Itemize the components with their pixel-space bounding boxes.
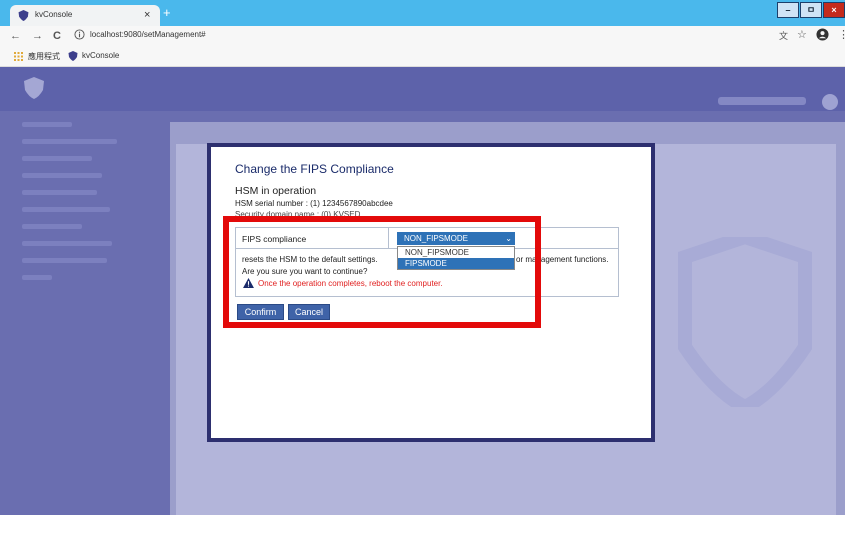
app-name-blurred <box>60 81 64 97</box>
restore-button[interactable]: ㅁ <box>800 2 822 18</box>
browser-tab[interactable]: kvConsole × <box>10 5 160 26</box>
dialog-title: Change the FIPS Compliance <box>235 162 394 176</box>
tab-title: kvConsole <box>35 10 73 19</box>
app-header <box>0 67 845 111</box>
app-logo-icon <box>24 77 44 99</box>
window-controls: – ㅁ × <box>776 2 845 18</box>
watermark-logo-icon <box>678 237 812 407</box>
star-icon[interactable]: ☆ <box>797 28 807 41</box>
hsm-serial-number: HSM serial number : (1) 1234567890abcdee <box>235 199 393 208</box>
tab-close-icon[interactable]: × <box>144 7 150 23</box>
apps-bookmark-label[interactable]: 應用程式 <box>28 51 60 62</box>
shield-icon <box>18 10 29 21</box>
address-bar: ← → C localhost:9080/setManagement# 文 ☆ … <box>0 26 845 46</box>
translate-icon[interactable]: 文 <box>779 29 788 42</box>
avatar <box>822 94 838 110</box>
back-button[interactable]: ← <box>10 28 21 44</box>
kvconsole-bookmark-label[interactable]: kvConsole <box>82 51 119 60</box>
apps-grid-icon[interactable] <box>14 52 23 61</box>
hsm-heading: HSM in operation <box>235 185 317 197</box>
reload-button[interactable]: C <box>53 28 61 44</box>
browser-titlebar: kvConsole × + – ㅁ × <box>0 0 845 26</box>
close-window-button[interactable]: × <box>823 2 845 18</box>
highlight-annotation <box>223 216 541 328</box>
new-tab-button[interactable]: + <box>163 6 171 20</box>
minimize-button[interactable]: – <box>777 2 799 18</box>
user-menu-blurred <box>718 97 806 105</box>
bookmarks-bar: 應用程式 kvConsole <box>0 46 845 67</box>
url-field[interactable]: localhost:9080/setManagement# <box>90 30 206 39</box>
menu-icon[interactable]: ⋮ <box>838 28 845 41</box>
account-icon[interactable] <box>816 28 829 41</box>
shield-icon <box>68 51 78 61</box>
watermark-brand <box>568 510 588 536</box>
info-icon[interactable] <box>74 29 85 40</box>
sidebar-blurred <box>22 122 140 292</box>
forward-button[interactable]: → <box>32 28 43 44</box>
